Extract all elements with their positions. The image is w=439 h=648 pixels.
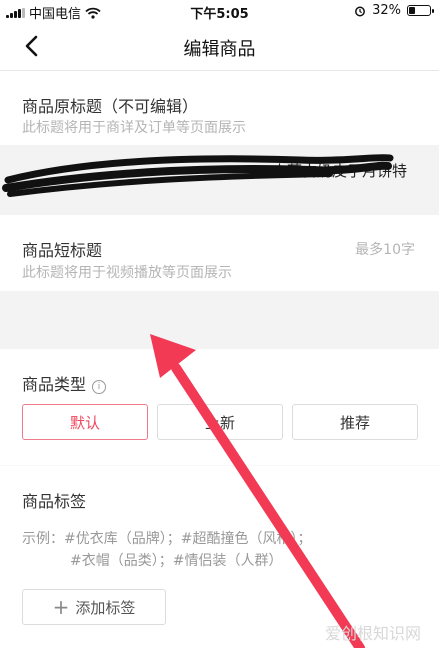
info-icon[interactable]: i	[92, 380, 107, 394]
add-tag-button[interactable]: + 添加标签	[22, 589, 166, 625]
tags-example-line1: 示例：#优衣库（品牌）；#超酷撞色（风格）；	[22, 531, 312, 547]
status-right: 32%	[354, 3, 434, 18]
add-tag-label: 添加标签	[75, 598, 136, 617]
status-bar: 中国电信 下午5:05 32%	[0, 0, 439, 22]
watermark: 爱创根知识网	[324, 624, 421, 643]
type-option-new[interactable]: 上新	[157, 404, 283, 440]
redaction-scribble	[2, 154, 394, 197]
short-title-limit: 最多10字	[355, 242, 415, 258]
original-title-section: 商品原标题（不可编辑） 此标题将用于商详及订单等页面展示	[0, 71, 439, 145]
product-type-label: 商品类型	[22, 375, 87, 394]
original-title-label: 商品原标题（不可编辑）	[22, 97, 199, 116]
alarm-icon	[355, 6, 366, 16]
product-tags-label: 商品标签	[22, 492, 87, 511]
nav-bar: 编辑商品	[0, 22, 439, 71]
short-title-label: 商品短标题	[22, 241, 103, 260]
original-title-hint: 此标题将用于商详及订单等页面展示	[22, 120, 246, 136]
type-option-default[interactable]: 默认	[22, 404, 148, 440]
page-title: 编辑商品	[183, 39, 256, 60]
short-title-section: 商品短标题 最多10字 此标题将用于视频播放等页面展示	[0, 215, 439, 291]
tags-example-line2: #衣帽（品类）；#情侣装（人群）	[70, 553, 283, 569]
battery-icon	[407, 5, 434, 16]
product-type-label-row: 商品类型 i	[22, 371, 107, 395]
short-title-hint: 此标题将用于视频播放等页面展示	[22, 265, 232, 281]
product-type-options: 默认 上新 推荐	[22, 404, 418, 440]
type-option-recommend[interactable]: 推荐	[292, 404, 418, 440]
battery-percent: 32%	[372, 3, 401, 18]
plus-icon: +	[52, 595, 70, 619]
short-title-input[interactable]	[0, 291, 439, 349]
